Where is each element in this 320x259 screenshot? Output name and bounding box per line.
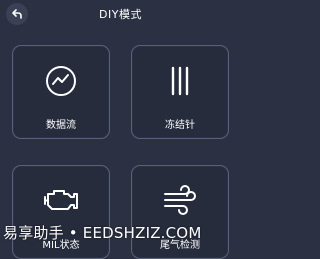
engine-icon xyxy=(13,184,109,216)
page-title: DIY模式 xyxy=(99,8,142,21)
emission-wind-icon xyxy=(132,184,228,216)
freeze-frame-icon xyxy=(132,64,228,96)
data-stream-label: 数据流 xyxy=(46,120,76,131)
freeze-frame-card[interactable]: 冻结针 xyxy=(131,45,229,139)
watermark-text: 易享助手 • EEDSHZIZ.COM xyxy=(3,224,202,242)
top-bar: DIY模式 xyxy=(0,0,241,28)
data-stream-card[interactable]: 数据流 xyxy=(12,45,110,139)
data-stream-icon xyxy=(13,64,109,96)
freeze-frame-label: 冻结针 xyxy=(165,120,195,131)
